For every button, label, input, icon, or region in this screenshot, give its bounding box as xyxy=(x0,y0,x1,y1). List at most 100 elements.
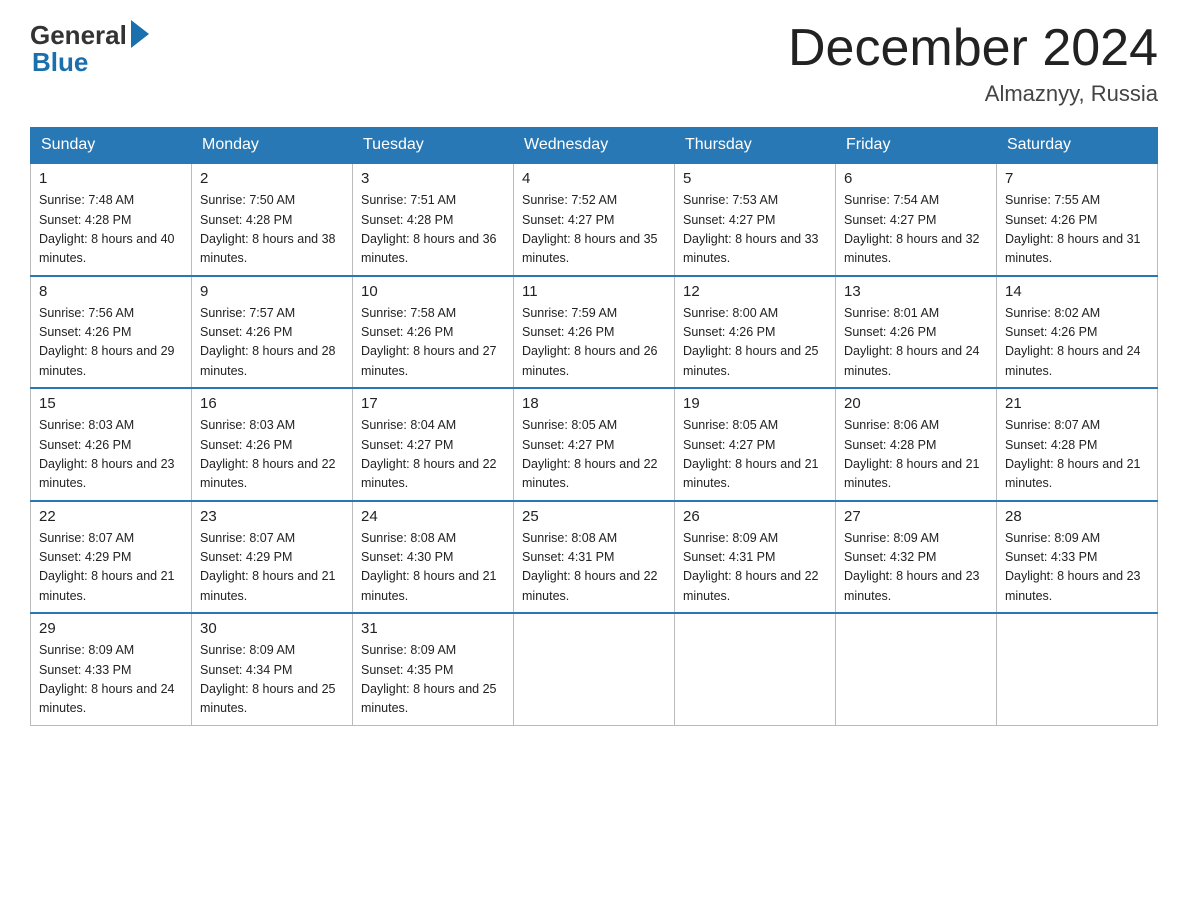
day-info: Sunrise: 7:50 AMSunset: 4:28 PMDaylight:… xyxy=(200,191,344,269)
day-info: Sunrise: 7:54 AMSunset: 4:27 PMDaylight:… xyxy=(844,191,988,269)
day-info: Sunrise: 8:09 AMSunset: 4:31 PMDaylight:… xyxy=(683,529,827,607)
day-cell-9: 9Sunrise: 7:57 AMSunset: 4:26 PMDaylight… xyxy=(192,276,353,389)
week-row-4: 22Sunrise: 8:07 AMSunset: 4:29 PMDayligh… xyxy=(31,501,1158,614)
day-info: Sunrise: 8:09 AMSunset: 4:34 PMDaylight:… xyxy=(200,641,344,719)
day-number: 20 xyxy=(844,395,988,412)
day-cell-10: 10 Sunrise: 7:58 AMSunset: 4:26 PMDayligh… xyxy=(353,276,514,389)
day-info: Sunrise: 7:52 AMSunset: 4:27 PMDaylight:… xyxy=(522,191,666,269)
day-cell-20: 20 Sunrise: 8:06 AMSunset: 4:28 PMDayligh… xyxy=(836,388,997,501)
day-info: Sunrise: 8:09 AMSunset: 4:33 PMDaylight:… xyxy=(39,641,183,719)
calendar-table: SundayMondayTuesdayWednesdayThursdayFrid… xyxy=(30,127,1158,726)
day-number: 29 xyxy=(39,620,183,637)
day-cell-13: 13Sunrise: 8:01 AMSunset: 4:26 PMDayligh… xyxy=(836,276,997,389)
day-info: Sunrise: 8:05 AMSunset: 4:27 PMDaylight:… xyxy=(522,416,666,494)
day-info: Sunrise: 8:00 AMSunset: 4:26 PMDaylight:… xyxy=(683,304,827,382)
day-number: 14 xyxy=(1005,283,1149,300)
day-info: Sunrise: 7:56 AMSunset: 4:26 PMDaylight:… xyxy=(39,304,183,382)
day-cell-28: 28Sunrise: 8:09 AMSunset: 4:33 PMDayligh… xyxy=(997,501,1158,614)
day-info: Sunrise: 8:03 AMSunset: 4:26 PMDaylight:… xyxy=(39,416,183,494)
col-header-friday: Friday xyxy=(836,128,997,164)
day-cell-26: 26 Sunrise: 8:09 AMSunset: 4:31 PMDayligh… xyxy=(675,501,836,614)
week-row-2: 8Sunrise: 7:56 AMSunset: 4:26 PMDaylight… xyxy=(31,276,1158,389)
day-number: 24 xyxy=(361,508,505,525)
day-cell-29: 29 Sunrise: 8:09 AMSunset: 4:33 PMDayligh… xyxy=(31,613,192,725)
day-info: Sunrise: 8:06 AMSunset: 4:28 PMDaylight:… xyxy=(844,416,988,494)
title-block: December 2024 Almaznyy, Russia xyxy=(788,20,1158,107)
day-cell-3: 3 Sunrise: 7:51 AMSunset: 4:28 PMDaylight… xyxy=(353,163,514,276)
day-cell-4: 4Sunrise: 7:52 AMSunset: 4:27 PMDaylight… xyxy=(514,163,675,276)
day-number: 26 xyxy=(683,508,827,525)
empty-cell xyxy=(514,613,675,725)
day-cell-23: 23 Sunrise: 8:07 AMSunset: 4:29 PMDayligh… xyxy=(192,501,353,614)
day-info: Sunrise: 8:09 AMSunset: 4:33 PMDaylight:… xyxy=(1005,529,1149,607)
day-number: 23 xyxy=(200,508,344,525)
logo: General Blue xyxy=(30,20,149,78)
week-row-5: 29 Sunrise: 8:09 AMSunset: 4:33 PMDayligh… xyxy=(31,613,1158,725)
day-number: 18 xyxy=(522,395,666,412)
day-number: 21 xyxy=(1005,395,1149,412)
week-row-3: 15 Sunrise: 8:03 AMSunset: 4:26 PMDayligh… xyxy=(31,388,1158,501)
day-info: Sunrise: 7:59 AMSunset: 4:26 PMDaylight:… xyxy=(522,304,666,382)
day-number: 15 xyxy=(39,395,183,412)
day-info: Sunrise: 8:04 AMSunset: 4:27 PMDaylight:… xyxy=(361,416,505,494)
day-number: 27 xyxy=(844,508,988,525)
header-row: SundayMondayTuesdayWednesdayThursdayFrid… xyxy=(31,128,1158,164)
day-cell-30: 30 Sunrise: 8:09 AMSunset: 4:34 PMDayligh… xyxy=(192,613,353,725)
day-number: 19 xyxy=(683,395,827,412)
day-info: Sunrise: 8:08 AMSunset: 4:31 PMDaylight:… xyxy=(522,529,666,607)
day-info: Sunrise: 8:07 AMSunset: 4:29 PMDaylight:… xyxy=(39,529,183,607)
day-cell-5: 5 Sunrise: 7:53 AMSunset: 4:27 PMDaylight… xyxy=(675,163,836,276)
week-row-1: 1Sunrise: 7:48 AMSunset: 4:28 PMDaylight… xyxy=(31,163,1158,276)
day-number: 2 xyxy=(200,170,344,187)
day-info: Sunrise: 8:02 AMSunset: 4:26 PMDaylight:… xyxy=(1005,304,1149,382)
col-header-thursday: Thursday xyxy=(675,128,836,164)
day-number: 6 xyxy=(844,170,988,187)
col-header-tuesday: Tuesday xyxy=(353,128,514,164)
day-info: Sunrise: 8:09 AMSunset: 4:32 PMDaylight:… xyxy=(844,529,988,607)
day-info: Sunrise: 8:08 AMSunset: 4:30 PMDaylight:… xyxy=(361,529,505,607)
empty-cell xyxy=(997,613,1158,725)
day-info: Sunrise: 7:57 AMSunset: 4:26 PMDaylight:… xyxy=(200,304,344,382)
empty-cell xyxy=(675,613,836,725)
day-number: 25 xyxy=(522,508,666,525)
day-cell-8: 8Sunrise: 7:56 AMSunset: 4:26 PMDaylight… xyxy=(31,276,192,389)
day-cell-27: 27 Sunrise: 8:09 AMSunset: 4:32 PMDayligh… xyxy=(836,501,997,614)
location-text: Almaznyy, Russia xyxy=(788,81,1158,107)
day-info: Sunrise: 7:51 AMSunset: 4:28 PMDaylight:… xyxy=(361,191,505,269)
day-number: 16 xyxy=(200,395,344,412)
day-number: 3 xyxy=(361,170,505,187)
day-info: Sunrise: 8:07 AMSunset: 4:28 PMDaylight:… xyxy=(1005,416,1149,494)
day-info: Sunrise: 7:58 AMSunset: 4:26 PMDaylight:… xyxy=(361,304,505,382)
day-info: Sunrise: 7:53 AMSunset: 4:27 PMDaylight:… xyxy=(683,191,827,269)
day-number: 17 xyxy=(361,395,505,412)
day-cell-2: 2 Sunrise: 7:50 AMSunset: 4:28 PMDaylight… xyxy=(192,163,353,276)
day-cell-7: 7 Sunrise: 7:55 AMSunset: 4:26 PMDaylight… xyxy=(997,163,1158,276)
day-cell-11: 11 Sunrise: 7:59 AMSunset: 4:26 PMDayligh… xyxy=(514,276,675,389)
day-cell-16: 16Sunrise: 8:03 AMSunset: 4:26 PMDayligh… xyxy=(192,388,353,501)
day-cell-1: 1Sunrise: 7:48 AMSunset: 4:28 PMDaylight… xyxy=(31,163,192,276)
col-header-sunday: Sunday xyxy=(31,128,192,164)
col-header-saturday: Saturday xyxy=(997,128,1158,164)
day-cell-24: 24 Sunrise: 8:08 AMSunset: 4:30 PMDayligh… xyxy=(353,501,514,614)
day-number: 7 xyxy=(1005,170,1149,187)
day-number: 10 xyxy=(361,283,505,300)
logo-blue-text: Blue xyxy=(32,47,88,78)
day-info: Sunrise: 7:55 AMSunset: 4:26 PMDaylight:… xyxy=(1005,191,1149,269)
day-number: 5 xyxy=(683,170,827,187)
day-cell-18: 18 Sunrise: 8:05 AMSunset: 4:27 PMDayligh… xyxy=(514,388,675,501)
page-header: General Blue December 2024 Almaznyy, Rus… xyxy=(30,20,1158,107)
day-info: Sunrise: 8:07 AMSunset: 4:29 PMDaylight:… xyxy=(200,529,344,607)
day-number: 30 xyxy=(200,620,344,637)
day-number: 1 xyxy=(39,170,183,187)
day-number: 12 xyxy=(683,283,827,300)
day-cell-19: 19Sunrise: 8:05 AMSunset: 4:27 PMDayligh… xyxy=(675,388,836,501)
day-info: Sunrise: 8:09 AMSunset: 4:35 PMDaylight:… xyxy=(361,641,505,719)
day-cell-22: 22Sunrise: 8:07 AMSunset: 4:29 PMDayligh… xyxy=(31,501,192,614)
day-cell-31: 31 Sunrise: 8:09 AMSunset: 4:35 PMDayligh… xyxy=(353,613,514,725)
day-cell-17: 17 Sunrise: 8:04 AMSunset: 4:27 PMDayligh… xyxy=(353,388,514,501)
logo-arrow-icon xyxy=(131,20,149,48)
day-number: 11 xyxy=(522,283,666,300)
day-cell-15: 15 Sunrise: 8:03 AMSunset: 4:26 PMDayligh… xyxy=(31,388,192,501)
empty-cell xyxy=(836,613,997,725)
day-number: 31 xyxy=(361,620,505,637)
